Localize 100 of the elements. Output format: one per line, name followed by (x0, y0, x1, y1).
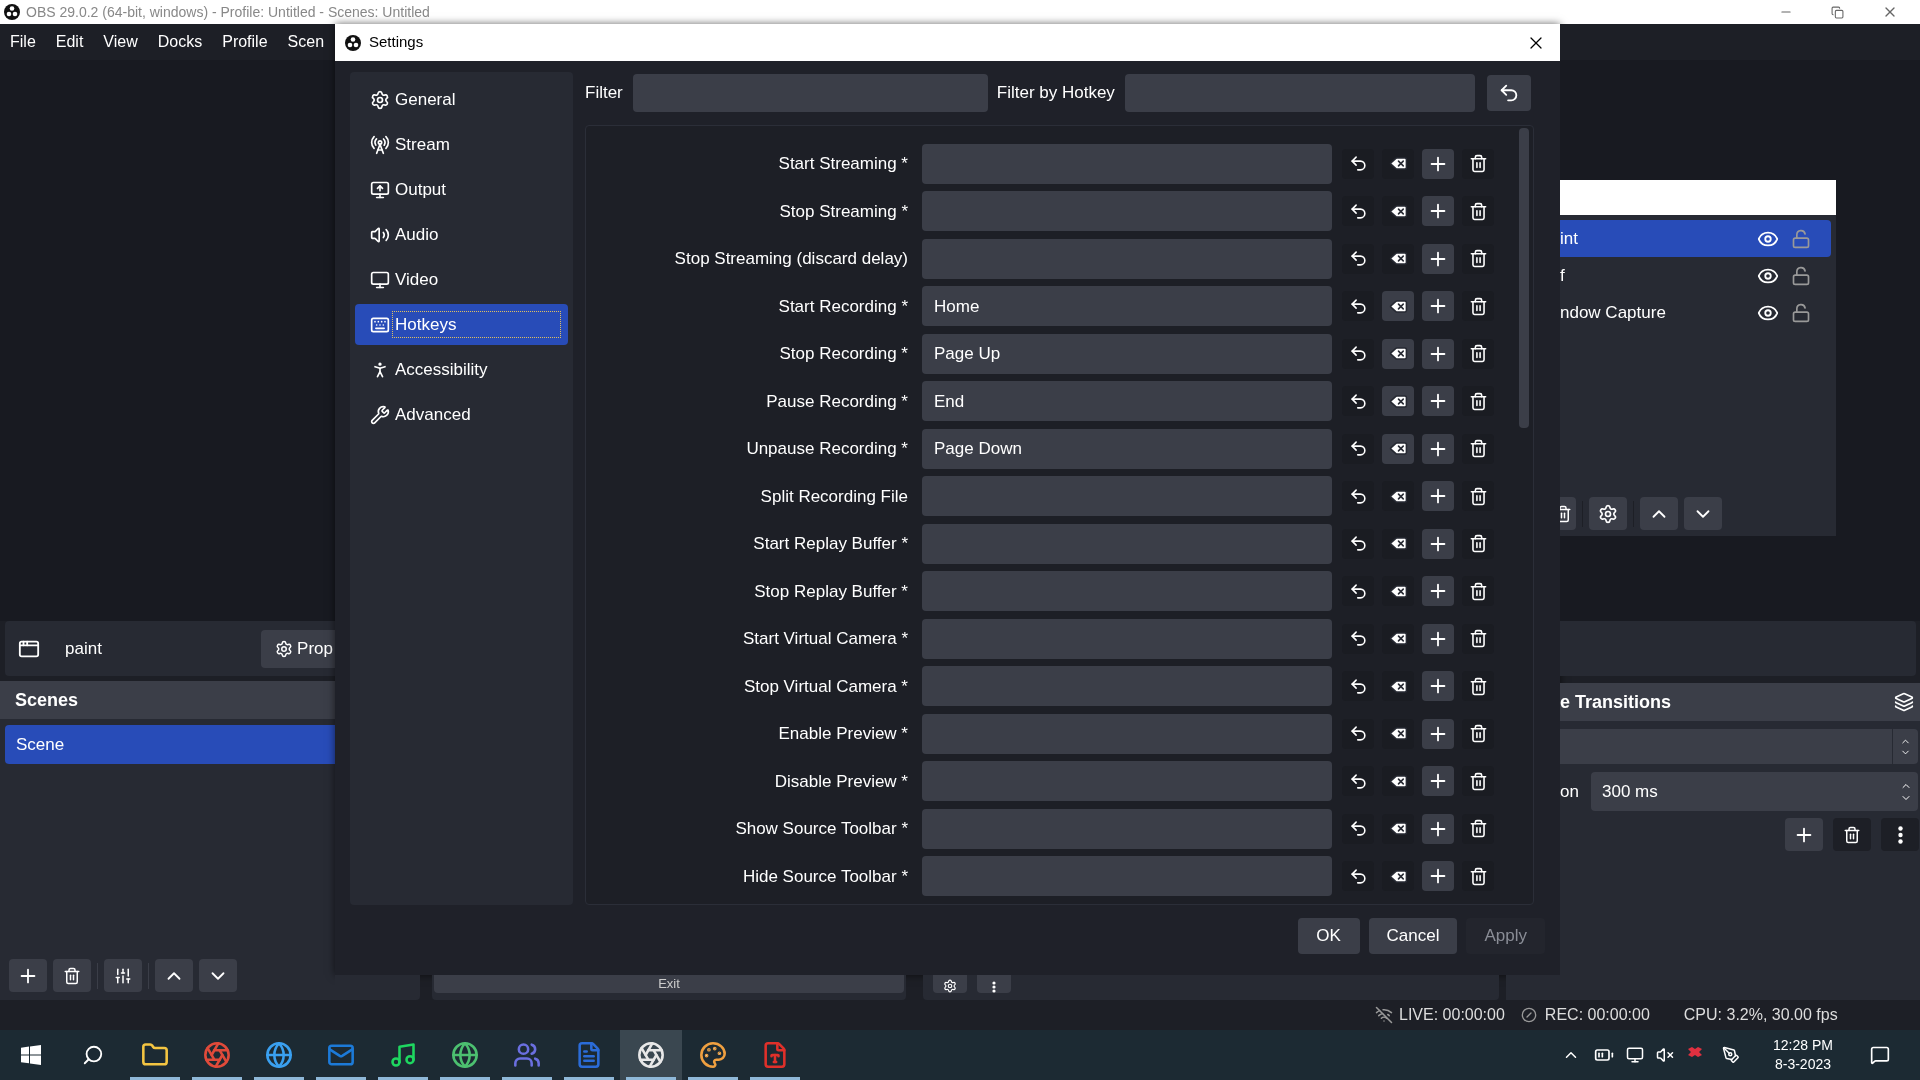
exit-button[interactable]: Exit (434, 975, 904, 993)
add-button[interactable] (1422, 813, 1454, 844)
filter-button[interactable] (104, 959, 142, 992)
unlock-icon[interactable] (1791, 228, 1811, 249)
sidebar-item[interactable]: Audio (355, 214, 568, 255)
revert-button[interactable] (1342, 338, 1374, 369)
revert-button[interactable] (1342, 813, 1374, 844)
delete-button[interactable] (1462, 291, 1494, 322)
delete-button[interactable] (1462, 148, 1494, 179)
delete-button[interactable] (53, 959, 91, 992)
scrollbar-thumb[interactable] (1519, 128, 1529, 428)
clear-button[interactable] (1382, 433, 1414, 464)
delete-button[interactable] (1462, 861, 1494, 892)
delete-button[interactable] (1833, 818, 1871, 851)
hotkey-field[interactable]: Page Down (922, 428, 1332, 469)
gear-button[interactable] (933, 975, 967, 993)
revert-button[interactable] (1342, 766, 1374, 797)
settings-button[interactable] (1589, 497, 1627, 530)
clear-button[interactable] (1382, 576, 1414, 607)
revert-button[interactable] (1342, 718, 1374, 749)
hotkey-field[interactable] (922, 761, 1332, 802)
revert-button[interactable] (1342, 386, 1374, 417)
move-down-button[interactable] (199, 959, 237, 992)
hotkey-field[interactable] (922, 523, 1332, 564)
hotkey-field[interactable] (922, 666, 1332, 707)
add-button[interactable] (1422, 386, 1454, 417)
delete-button[interactable] (1560, 497, 1576, 530)
mute-icon[interactable] (1656, 1046, 1674, 1064)
dialog-button[interactable]: Cancel (1368, 918, 1458, 954)
delete-button[interactable] (1462, 433, 1494, 464)
delete-button[interactable] (1462, 576, 1494, 607)
move-up-button[interactable] (1640, 497, 1678, 530)
hotkey-field[interactable]: Home (922, 286, 1332, 327)
delete-button[interactable] (1462, 671, 1494, 702)
clear-button[interactable] (1382, 386, 1414, 417)
revert-button[interactable] (1342, 148, 1374, 179)
revert-button[interactable] (1342, 623, 1374, 654)
delete-button[interactable] (1462, 718, 1494, 749)
delete-button[interactable] (1462, 481, 1494, 512)
add-button[interactable] (1422, 481, 1454, 512)
clear-button[interactable] (1382, 718, 1414, 749)
revert-button[interactable] (1342, 243, 1374, 274)
revert-button[interactable] (1342, 481, 1374, 512)
delete-button[interactable] (1462, 338, 1494, 369)
menu-item[interactable]: Docks (157, 30, 203, 54)
clear-button[interactable] (1382, 623, 1414, 654)
notification-icon[interactable] (1870, 1045, 1890, 1065)
clear-button[interactable] (1382, 766, 1414, 797)
delete-button[interactable] (1462, 766, 1494, 797)
restore-icon[interactable] (1831, 5, 1844, 19)
delete-button[interactable] (1462, 243, 1494, 274)
add-button[interactable] (9, 959, 47, 992)
dialog-button[interactable]: OK (1297, 918, 1360, 954)
add-button[interactable] (1422, 861, 1454, 892)
add-button[interactable] (1422, 433, 1454, 464)
hotkey-field[interactable] (922, 856, 1332, 897)
hotkey-field[interactable]: Page Up (922, 333, 1332, 374)
revert-button[interactable] (1342, 291, 1374, 322)
move-up-button[interactable] (155, 959, 193, 992)
sidebar-item[interactable]: Stream (355, 124, 568, 165)
sidebar-item[interactable]: Output (355, 169, 568, 210)
delete-button[interactable] (1462, 813, 1494, 844)
hotkey-field[interactable] (922, 713, 1332, 754)
clear-button[interactable] (1382, 671, 1414, 702)
add-button[interactable] (1422, 718, 1454, 749)
clear-button[interactable] (1382, 338, 1414, 369)
revert-button[interactable] (1342, 433, 1374, 464)
revert-button[interactable] (1342, 861, 1374, 892)
sidebar-item[interactable]: General (355, 79, 568, 120)
revert-button[interactable] (1342, 196, 1374, 227)
duration-field[interactable]: 300 ms (1591, 772, 1918, 811)
clear-button[interactable] (1382, 528, 1414, 559)
hotkey-field[interactable] (922, 143, 1332, 184)
clear-button[interactable] (1382, 813, 1414, 844)
hotkey-field[interactable] (922, 618, 1332, 659)
add-button[interactable] (1422, 291, 1454, 322)
sidebar-item[interactable]: Video (355, 259, 568, 300)
hotkey-field[interactable]: End (922, 381, 1332, 422)
delete-button[interactable] (1462, 623, 1494, 654)
move-down-button[interactable] (1684, 497, 1722, 530)
network-icon[interactable] (1626, 1046, 1644, 1064)
menu-button[interactable] (1881, 818, 1919, 851)
pen-icon[interactable] (1722, 1046, 1740, 1064)
add-button[interactable] (1422, 196, 1454, 227)
filter-field[interactable] (632, 74, 988, 112)
add-button[interactable] (1422, 338, 1454, 369)
clear-button[interactable] (1382, 196, 1414, 227)
unlock-icon[interactable] (1791, 302, 1811, 323)
hotkey-field[interactable] (922, 238, 1332, 279)
delete-button[interactable] (1462, 528, 1494, 559)
add-button[interactable] (1422, 766, 1454, 797)
clear-button[interactable] (1382, 861, 1414, 892)
source-item[interactable]: f (1560, 257, 1831, 294)
sidebar-item[interactable]: Advanced (355, 394, 568, 435)
scene-item[interactable]: Scene (5, 725, 335, 764)
menu-item[interactable]: View (103, 30, 138, 54)
hotkey-field[interactable] (922, 808, 1332, 849)
clear-button[interactable] (1382, 148, 1414, 179)
clear-button[interactable] (1382, 243, 1414, 274)
unlock-icon[interactable] (1791, 265, 1811, 286)
